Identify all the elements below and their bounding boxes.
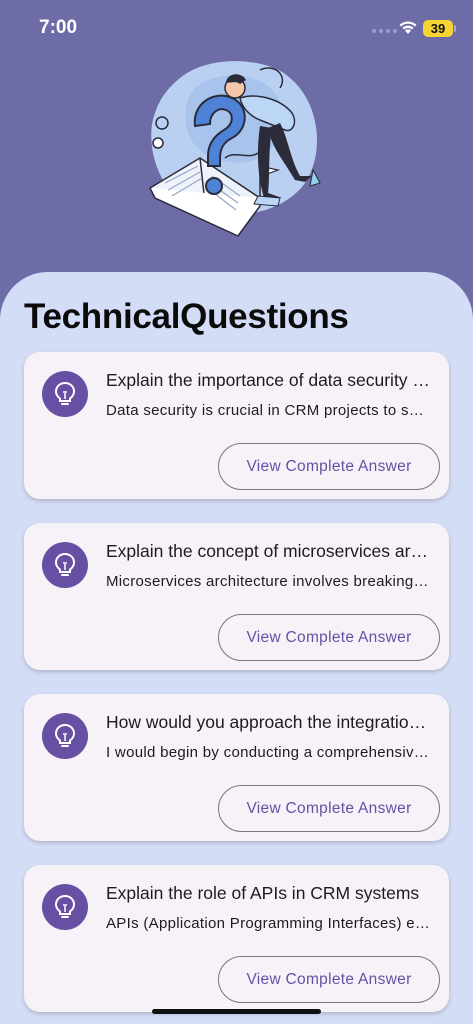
answer-preview: Data security is crucial in CRM projects… [106,402,431,419]
question-illustration [148,61,321,237]
wifi-icon [399,21,417,34]
view-complete-answer-button[interactable]: View Complete Answer [218,785,440,832]
answer-preview: Microservices architecture involves brea… [106,573,431,590]
answer-preview: APIs (Application Programming Interfaces… [106,915,431,932]
page-title: TechnicalQuestions [24,297,349,336]
answer-preview: I would begin by conducting a comprehens… [106,744,431,761]
lightbulb-icon [42,371,88,417]
question-title: How would you approach the integration o… [106,712,431,732]
question-card: How would you approach the integration o… [24,694,449,841]
view-complete-answer-button[interactable]: View Complete Answer [218,614,440,661]
question-card: Explain the importance of data security … [24,352,449,499]
lightbulb-icon [42,713,88,759]
view-complete-answer-button[interactable]: View Complete Answer [218,956,440,1003]
lightbulb-icon [42,542,88,588]
status-bar: 7:00 39 [0,0,473,56]
view-complete-answer-button[interactable]: View Complete Answer [218,443,440,490]
cellular-signal-icon [372,29,397,33]
status-time: 7:00 [39,17,78,38]
question-title: Explain the role of APIs in CRM systems [106,883,420,903]
battery-indicator: 39 [423,20,453,37]
question-card: Explain the role of APIs in CRM systems … [24,865,449,1012]
lightbulb-icon [42,884,88,930]
question-card: Explain the concept of microservices arc… [24,523,449,670]
battery-tip [454,25,456,32]
question-title: Explain the importance of data security … [106,370,431,390]
question-title: Explain the concept of microservices arc… [106,541,431,561]
home-indicator[interactable] [152,1009,321,1014]
